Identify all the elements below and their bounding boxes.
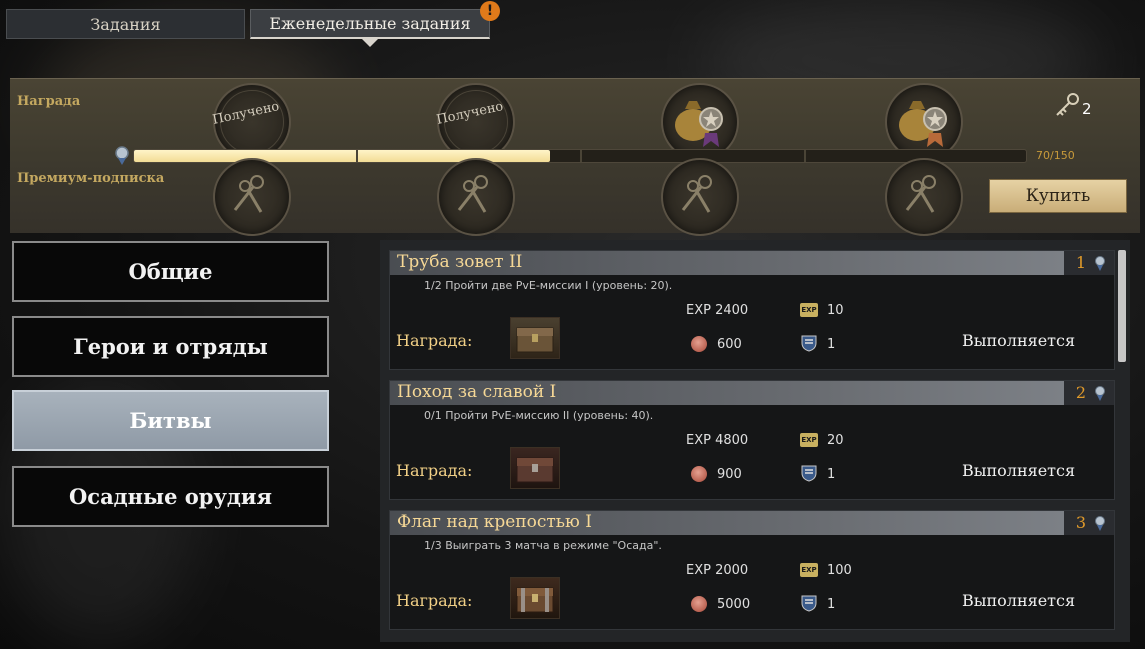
- chest-icon: [510, 577, 560, 619]
- quest-coin-reward: 600: [717, 337, 742, 352]
- quest-exp-reward: EXP 4800: [686, 433, 749, 448]
- shield-icon: [801, 335, 817, 352]
- quest-header-end: [1064, 511, 1114, 535]
- quest-description: 0/1 Пройти PvE-миссию II (уровень: 40).: [424, 409, 654, 422]
- coin-icon: [691, 336, 707, 352]
- category-heroes-units[interactable]: Герои и отряды: [12, 316, 329, 377]
- coin-icon: [691, 466, 707, 482]
- quest-exp-reward: EXP 2400: [686, 303, 749, 318]
- category-battles[interactable]: Битвы: [12, 390, 329, 451]
- quest-number: 3: [1075, 513, 1086, 532]
- quest-title: Флаг над крепостью I: [397, 512, 592, 532]
- premium-slot-1[interactable]: [213, 158, 291, 236]
- tab-tasks[interactable]: Задания: [6, 9, 245, 39]
- quest-exp-reward: EXP 2000: [686, 563, 749, 578]
- premium-slot-2[interactable]: [437, 158, 515, 236]
- quest-card[interactable]: Труба зовет II 1 1/2 Пройти две PvE-мисс…: [389, 250, 1115, 370]
- quest-shield-reward: 1: [827, 467, 836, 482]
- active-tab-indicator: [362, 39, 378, 47]
- quest-number: 1: [1075, 253, 1086, 272]
- medal-icon: [1095, 386, 1105, 401]
- loot-bag-icon: [899, 101, 947, 147]
- shield-icon: [801, 595, 817, 612]
- quest-header-end: [1064, 251, 1114, 275]
- quest-exp-bonus: 10: [827, 303, 844, 318]
- quest-coin-reward: 900: [717, 467, 742, 482]
- premium-slot-4[interactable]: [885, 158, 963, 236]
- quest-status: Выполняется: [962, 591, 1076, 610]
- progress-tick: [580, 150, 582, 162]
- key-bundle-icon: [457, 175, 488, 213]
- exp-badge-icon: EXP: [800, 303, 818, 317]
- progress-tick: [356, 150, 358, 162]
- coin-icon: [691, 596, 707, 612]
- quest-shield-reward: 1: [827, 597, 836, 612]
- quest-status: Выполняется: [962, 331, 1076, 350]
- tab-weekly-tasks[interactable]: Еженедельные задания: [250, 9, 490, 39]
- buy-button[interactable]: Купить: [989, 179, 1127, 213]
- quest-description: 1/3 Выиграть 3 матча в режиме "Осада".: [424, 539, 662, 552]
- shield-icon: [801, 465, 817, 482]
- premium-track-label: Премиум-подписка: [17, 171, 165, 186]
- quest-title: Поход за славой I: [397, 382, 557, 402]
- medal-icon: [1095, 256, 1105, 271]
- quest-shield-reward: 1: [827, 337, 836, 352]
- loot-bag-icon: [675, 101, 723, 147]
- quest-description: 1/2 Пройти две PvE-миссии I (уровень: 20…: [424, 279, 673, 292]
- medal-icon: [1095, 516, 1105, 531]
- medal-icon: [115, 146, 129, 165]
- category-siege-engines[interactable]: Осадные орудия: [12, 466, 329, 527]
- quest-status: Выполняется: [962, 461, 1076, 480]
- category-general[interactable]: Общие: [12, 241, 329, 302]
- quest-number: 2: [1075, 383, 1086, 402]
- quest-card[interactable]: Поход за славой I 2 0/1 Пройти PvE-мисси…: [389, 380, 1115, 500]
- alert-badge: !: [480, 1, 500, 21]
- quest-reward-label: Награда:: [396, 331, 473, 350]
- key-icon: [1056, 93, 1079, 116]
- keys-count: 2: [1082, 100, 1092, 118]
- quest-list-scrollbar[interactable]: [1118, 250, 1126, 362]
- quest-title: Труба зовет II: [397, 252, 523, 272]
- key-bundle-icon: [905, 175, 936, 213]
- quest-exp-bonus: 100: [827, 563, 852, 578]
- quest-reward-label: Награда:: [396, 461, 473, 480]
- key-bundle-icon: [681, 175, 712, 213]
- quest-reward-label: Награда:: [396, 591, 473, 610]
- quest-header-end: [1064, 381, 1114, 405]
- quest-coin-reward: 5000: [717, 597, 751, 612]
- progress-tick: [804, 150, 806, 162]
- chest-icon: [510, 317, 560, 359]
- premium-slot-3[interactable]: [661, 158, 739, 236]
- key-bundle-icon: [233, 175, 264, 213]
- quest-exp-bonus: 20: [827, 433, 844, 448]
- quest-card[interactable]: Флаг над крепостью I 3 1/3 Выиграть 3 ма…: [389, 510, 1115, 630]
- reward-track-label: Награда: [17, 94, 81, 109]
- chest-icon: [510, 447, 560, 489]
- exp-badge-icon: EXP: [800, 563, 818, 577]
- progress-text: 70/150: [1036, 149, 1075, 162]
- exp-badge-icon: EXP: [800, 433, 818, 447]
